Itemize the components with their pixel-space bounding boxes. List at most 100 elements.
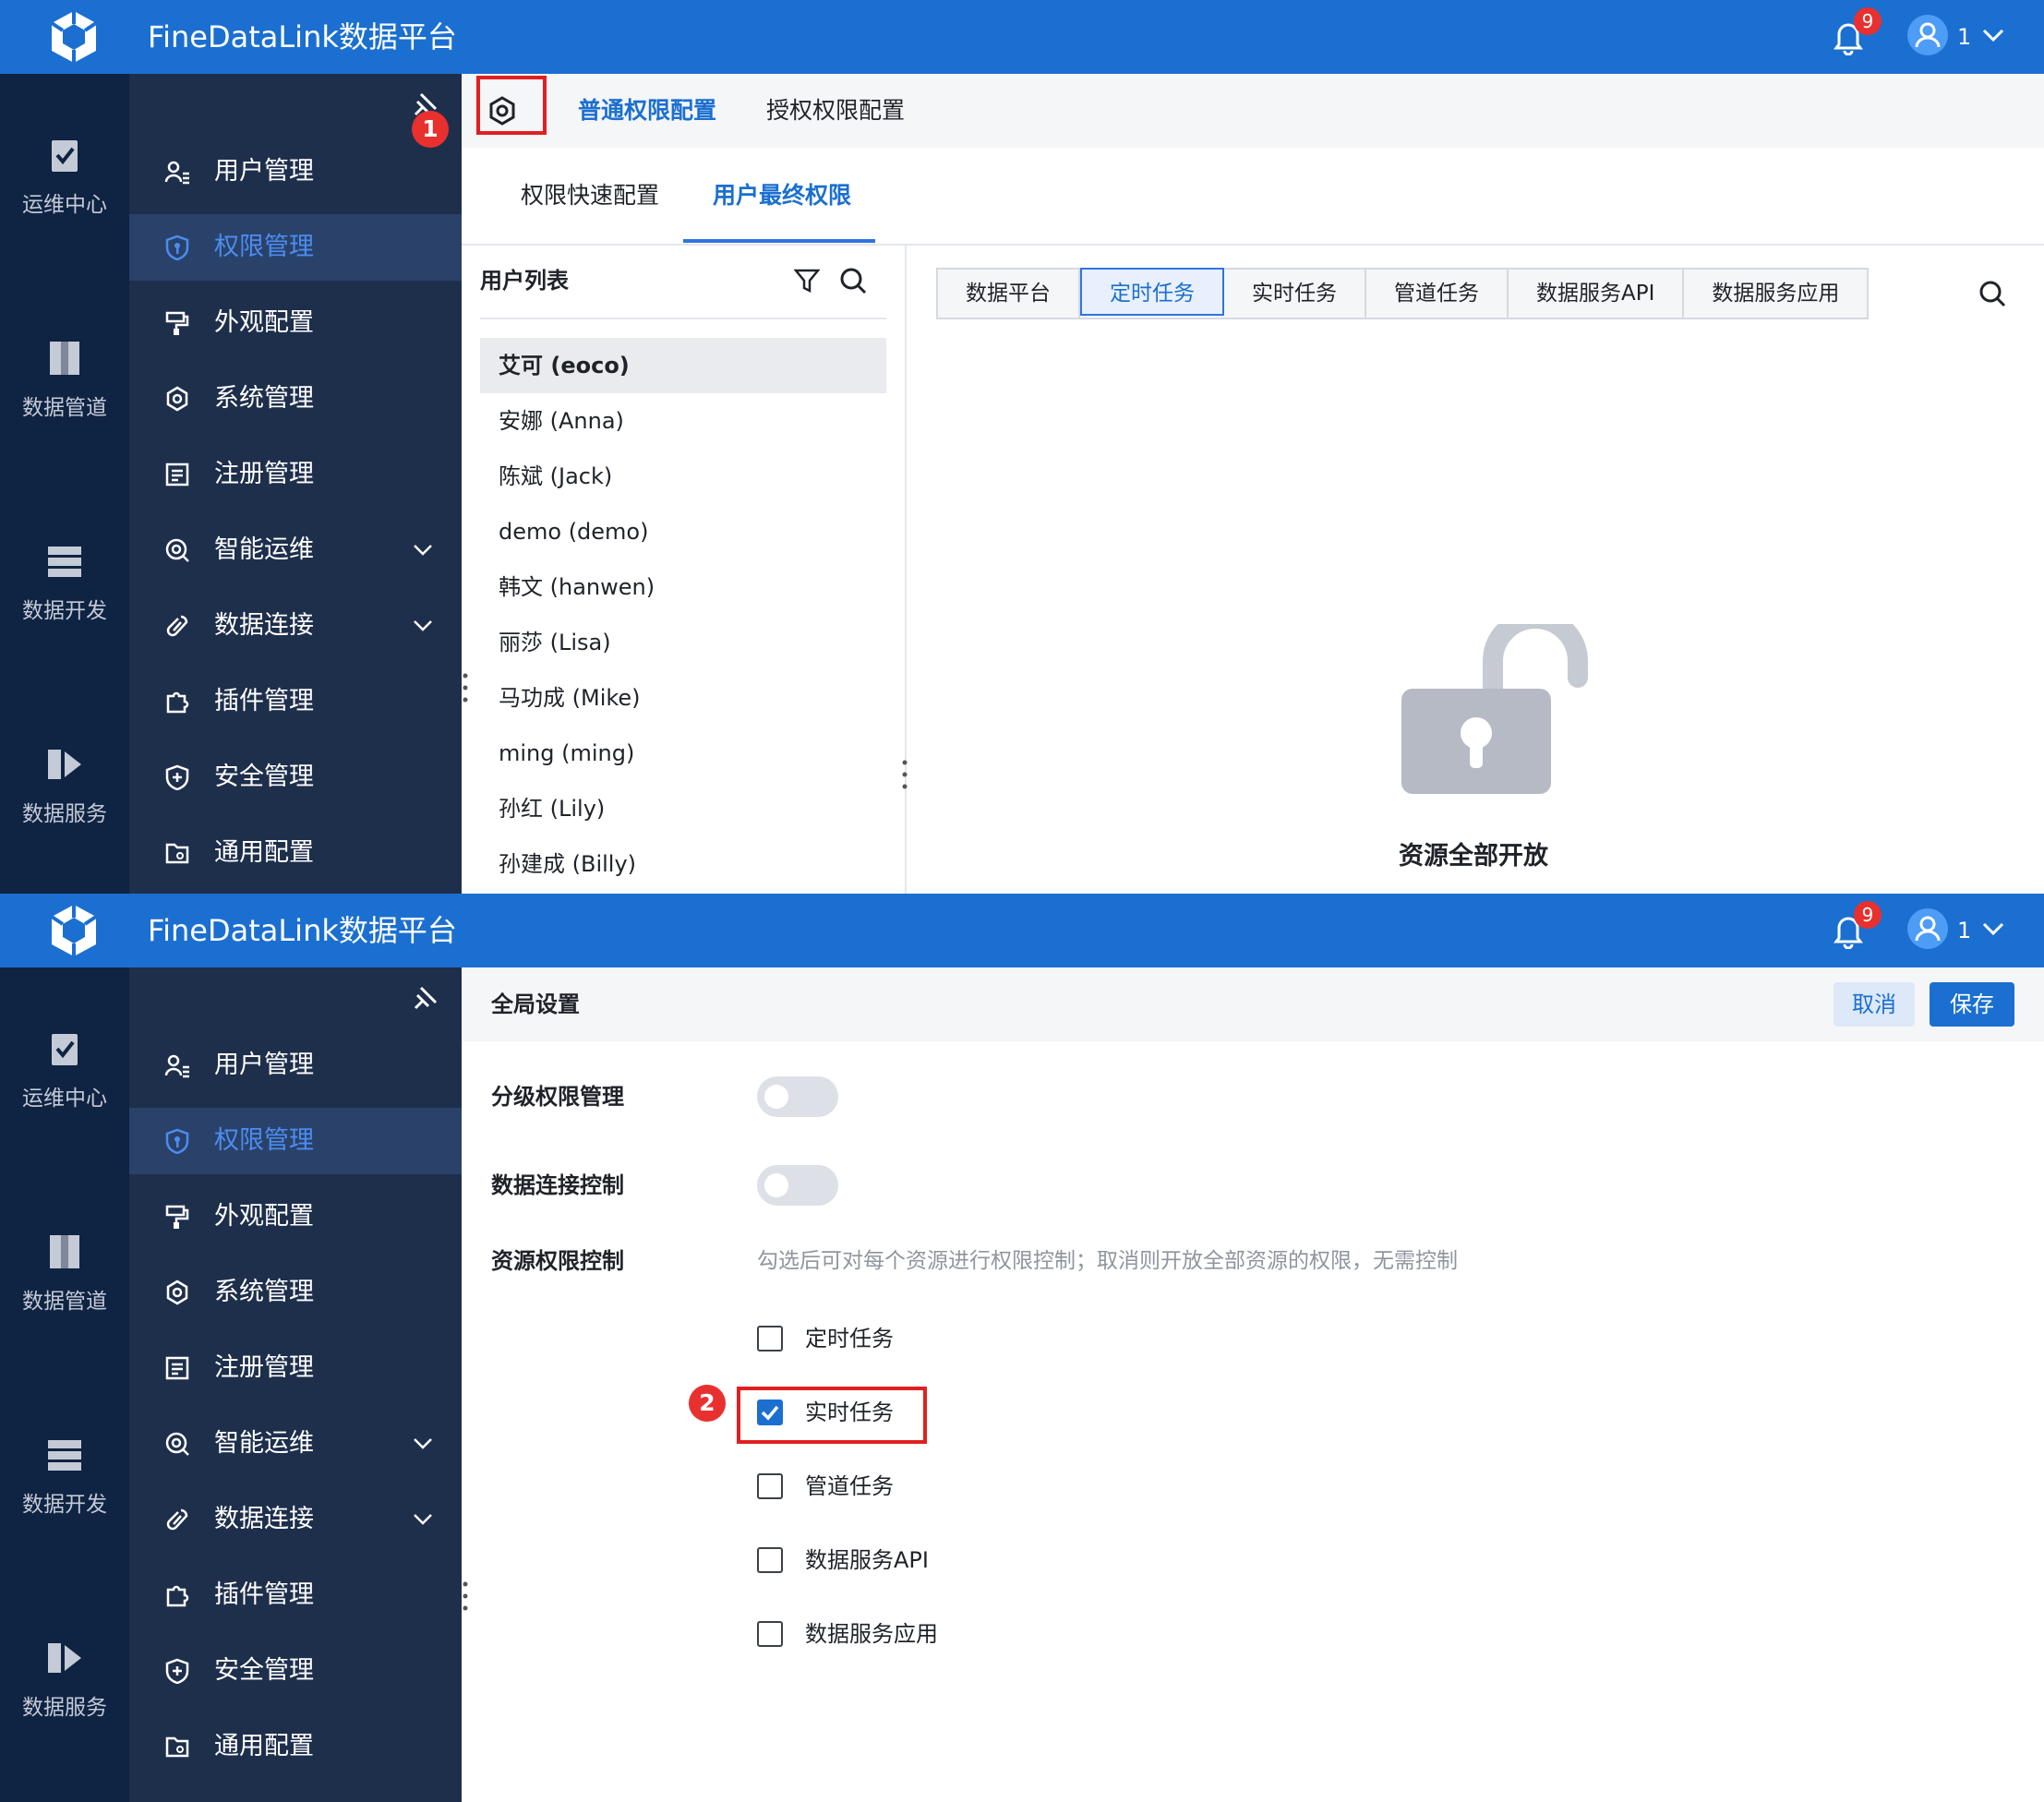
rail-item-service[interactable]: 数据服务 <box>0 746 129 894</box>
checkbox-label[interactable]: 定时任务 <box>805 1320 894 1357</box>
list-resize-handle[interactable] <box>901 759 908 790</box>
checkbox-data-service-api[interactable] <box>757 1547 783 1573</box>
user-row[interactable]: 丽莎 (Lisa) <box>480 615 886 670</box>
chevron-down-icon[interactable] <box>412 1435 434 1453</box>
folder-gear-icon <box>165 1736 189 1758</box>
user-list-icon <box>164 161 189 185</box>
rail-item-service[interactable]: 数据服务 <box>0 1640 129 1802</box>
menu-item-security[interactable]: 安全管理 <box>129 744 462 811</box>
menu-item-security[interactable]: 安全管理 <box>129 1638 462 1704</box>
chevron-down-icon[interactable] <box>412 541 434 559</box>
menu-item-plugin[interactable]: 插件管理 <box>129 668 462 735</box>
user-row[interactable]: 孙建成 (Billy) <box>480 836 886 892</box>
menu-label: 智能运维 <box>214 535 314 564</box>
user-name[interactable]: 1 <box>1957 20 1971 54</box>
resource-tab[interactable]: 管道任务 <box>1366 270 1509 318</box>
checkbox-data-service-app[interactable] <box>757 1621 783 1647</box>
menu-item-data-connection[interactable]: 数据连接 <box>129 1486 462 1553</box>
menu-resize-handle[interactable] <box>462 1580 469 1612</box>
checkbox-pipeline-task[interactable] <box>757 1473 783 1499</box>
resource-tab[interactable]: 数据服务应用 <box>1684 270 1868 318</box>
search-icon[interactable] <box>1978 279 2007 308</box>
checkbox-scheduled-task[interactable] <box>757 1326 783 1352</box>
user-row[interactable]: 孙红 (Lily) <box>480 781 886 836</box>
chevron-down-icon[interactable] <box>412 617 434 635</box>
tab-quick-config[interactable]: 权限快速配置 <box>521 177 659 214</box>
menu-item-permission[interactable]: 权限管理 <box>129 1108 462 1174</box>
tab-normal-permission[interactable]: 普通权限配置 <box>578 94 716 127</box>
checkbox-realtime-task[interactable] <box>757 1400 783 1425</box>
checkbox-label[interactable]: 数据服务API <box>805 1542 929 1579</box>
menu-item-user-mgmt[interactable]: 用户管理 <box>129 138 462 205</box>
menu-label: 安全管理 <box>214 1656 314 1685</box>
rail-item-pipeline[interactable]: 数据管道 <box>0 340 129 524</box>
menu-item-data-connection[interactable]: 数据连接 <box>129 593 462 659</box>
search-icon[interactable] <box>838 266 868 295</box>
user-row[interactable]: 马功成 (Mike) <box>480 670 886 726</box>
menu-resize-handle[interactable] <box>462 672 469 703</box>
menu-item-smart-ops[interactable]: 智能运维 <box>129 517 462 583</box>
pin-icon[interactable] <box>412 984 439 1012</box>
fdl-logo-icon <box>50 905 98 956</box>
rail-item-pipeline[interactable]: 数据管道 <box>0 1233 129 1418</box>
save-button[interactable]: 保存 <box>1930 982 2014 1027</box>
filter-icon[interactable] <box>794 268 820 294</box>
user-icon <box>1915 22 1941 48</box>
user-row[interactable]: 韩文 (hanwen) <box>480 559 886 615</box>
setting-label: 分级权限管理 <box>491 1084 624 1110</box>
menu-item-smart-ops[interactable]: 智能运维 <box>129 1411 462 1477</box>
menu-item-permission[interactable]: 权限管理 <box>129 214 462 281</box>
resource-tab[interactable]: 实时任务 <box>1224 270 1366 318</box>
menu-item-system[interactable]: 系统管理 <box>129 1259 462 1326</box>
chevron-down-icon[interactable] <box>1981 919 2005 938</box>
menu-item-register[interactable]: 注册管理 <box>129 1335 462 1401</box>
data-service-icon <box>48 750 81 779</box>
avatar[interactable] <box>1907 908 1948 949</box>
menu-item-system[interactable]: 系统管理 <box>129 366 462 432</box>
checkbox-label[interactable]: 数据服务应用 <box>805 1616 938 1652</box>
register-icon <box>165 1356 189 1380</box>
menu-item-general[interactable]: 通用配置 <box>129 820 462 886</box>
rail-label: 数据服务 <box>22 802 107 826</box>
user-row[interactable]: 陈斌 (Jack) <box>480 449 886 504</box>
chevron-down-icon[interactable] <box>1981 26 2005 44</box>
hierarchical-permission-toggle[interactable] <box>757 1076 838 1117</box>
menu-item-plugin[interactable]: 插件管理 <box>129 1562 462 1628</box>
link-icon <box>166 615 188 637</box>
setting-label: 资源权限控制 <box>491 1248 624 1274</box>
pipeline-icon <box>50 342 79 375</box>
resource-tab[interactable]: 数据服务API <box>1509 270 1685 318</box>
user-row[interactable]: 安娜 (Anna) <box>480 393 886 449</box>
data-connection-control-toggle[interactable] <box>757 1165 838 1206</box>
dev-stack-icon <box>48 1440 81 1471</box>
menu-label: 外观配置 <box>214 308 314 337</box>
user-row[interactable]: 艾可 (eoco) <box>480 338 886 393</box>
avatar[interactable] <box>1907 15 1948 55</box>
user-row[interactable]: demo (demo) <box>480 504 886 559</box>
menu-item-user-mgmt[interactable]: 用户管理 <box>129 1032 462 1099</box>
checkbox-label[interactable]: 实时任务 <box>805 1394 894 1431</box>
page-title: 全局设置 <box>491 991 580 1017</box>
rail-item-dev[interactable]: 数据开发 <box>0 1436 129 1621</box>
tab-grant-permission[interactable]: 授权权限配置 <box>766 94 905 127</box>
cancel-button[interactable]: 取消 <box>1834 982 1915 1027</box>
rail-item-dev[interactable]: 数据开发 <box>0 543 129 727</box>
resource-tab-active[interactable]: 定时任务 <box>1080 268 1224 316</box>
chevron-down-icon[interactable] <box>412 1510 434 1529</box>
tab-user-final-permission[interactable]: 用户最终权限 <box>713 177 851 214</box>
menu-label: 用户管理 <box>214 157 314 186</box>
rail-item-ops[interactable]: 运维中心 <box>0 137 129 321</box>
menu-item-appearance[interactable]: 外观配置 <box>129 1183 462 1250</box>
user-row[interactable]: ming (ming) <box>480 726 886 781</box>
menu-item-appearance[interactable]: 外观配置 <box>129 290 462 356</box>
user-name[interactable]: 1 <box>1957 914 1971 947</box>
resource-tabs: 数据平台 定时任务 实时任务 管道任务 数据服务API 数据服务应用 <box>936 268 1870 319</box>
pipeline-icon <box>50 1235 79 1268</box>
checkbox-label[interactable]: 管道任务 <box>805 1468 894 1505</box>
menu-item-general[interactable]: 通用配置 <box>129 1713 462 1780</box>
smart-ops-icon <box>165 538 189 562</box>
rail-item-ops[interactable]: 运维中心 <box>0 1030 129 1215</box>
resource-tab[interactable]: 数据平台 <box>938 270 1080 318</box>
menu-label: 数据连接 <box>214 1505 314 1533</box>
menu-item-register[interactable]: 注册管理 <box>129 441 462 508</box>
